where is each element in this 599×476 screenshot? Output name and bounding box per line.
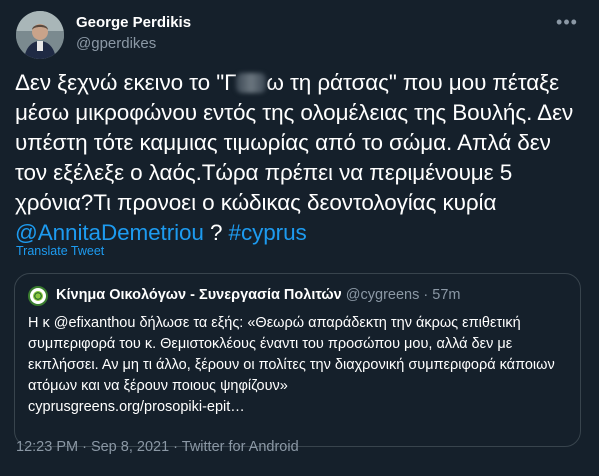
quoted-tweet-card[interactable]: Κίνημα Οικολόγων - Συνεργασία Πολιτών @c… <box>14 273 581 447</box>
tweet-text-part1: Δεν ξεχνώ εκεινο το "Γ <box>15 70 237 95</box>
hashtag-link[interactable]: #cyprus <box>229 220 307 245</box>
quoted-time[interactable]: 57m <box>432 287 460 303</box>
tweet-timestamp[interactable]: 12:23 PM · Sep 8, 2021 · Twitter for And… <box>16 439 299 455</box>
quoted-author-name[interactable]: Κίνημα Οικολόγων - Συνεργασία Πολιτών <box>56 287 342 303</box>
mention-link[interactable]: @AnnitaDemetriou <box>15 220 204 245</box>
translate-tweet-link[interactable]: Translate Tweet <box>16 244 104 258</box>
redacted-word <box>236 73 267 93</box>
quoted-tweet-header: Κίνημα Οικολόγων - Συνεργασία Πολιτών @c… <box>56 287 460 303</box>
avatar-photo <box>16 11 64 59</box>
tweet-text-between: ? <box>203 220 229 245</box>
author-handle[interactable]: @gperdikes <box>76 35 156 52</box>
tweet-text: Δεν ξεχνώ εκεινο το "Γ ω τη ράτσας" που μ… <box>15 68 575 248</box>
quoted-separator: · <box>423 287 429 303</box>
quoted-author-handle[interactable]: @cygreens <box>346 287 420 303</box>
cygreens-logo-icon[interactable] <box>28 286 48 306</box>
quoted-link[interactable]: cyprusgreens.org/prosopiki-epit… <box>28 397 568 418</box>
author-avatar[interactable] <box>16 11 64 59</box>
more-options-icon[interactable]: ••• <box>555 13 579 32</box>
quoted-tweet-text: Η κ @efixanthou δήλωσε τα εξής: «Θεωρώ α… <box>28 313 568 418</box>
quoted-body: Η κ @efixanthou δήλωσε τα εξής: «Θεωρώ α… <box>28 315 555 394</box>
author-name[interactable]: George Perdikis <box>76 14 191 31</box>
